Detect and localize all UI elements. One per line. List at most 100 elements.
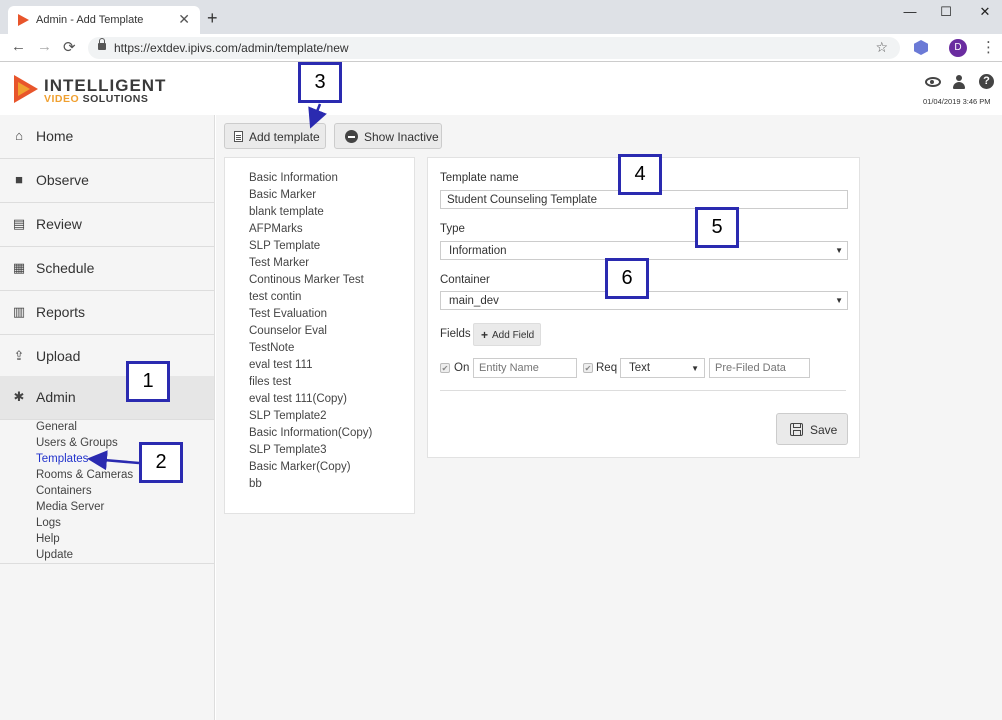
sidebar-item-label: Upload	[36, 348, 81, 364]
save-button[interactable]: Save	[776, 413, 848, 445]
type-label: Type	[440, 223, 465, 235]
browser-tab[interactable]: Admin - Add Template ✕	[8, 6, 200, 34]
home-icon: ⌂	[15, 128, 23, 143]
sidebar: ⌂ Home ■ Observe ▤ Review ▦ Schedule ▥ R…	[0, 115, 215, 720]
list-item[interactable]: Counselor Eval	[249, 325, 327, 337]
upload-icon: ⇪	[13, 348, 25, 363]
subnav-item-general[interactable]: General	[36, 421, 77, 433]
add-template-button[interactable]: Add template	[224, 123, 326, 149]
subnav-item-users-groups[interactable]: Users & Groups	[36, 437, 118, 449]
subnav-item-rooms-cameras[interactable]: Rooms & Cameras	[36, 469, 133, 481]
bookmark-star-icon[interactable]: ☆	[875, 39, 888, 56]
maximize-button[interactable]: ☐	[931, 4, 961, 20]
list-item[interactable]: eval test 111	[249, 359, 313, 371]
subnav-item-media-server[interactable]: Media Server	[36, 501, 104, 513]
field-type-value: Text	[629, 362, 651, 374]
close-window-button[interactable]: ✕	[970, 4, 1000, 20]
on-checkbox[interactable]: ✔	[440, 363, 450, 373]
list-item[interactable]: SLP Template2	[249, 410, 327, 422]
list-item[interactable]: SLP Template3	[249, 444, 327, 456]
sidebar-item-label: Observe	[36, 172, 89, 188]
minimize-button[interactable]: —	[895, 4, 925, 19]
minus-circle-icon	[345, 130, 358, 143]
list-item[interactable]: test contin	[249, 291, 301, 303]
list-item[interactable]: SLP Template	[249, 240, 320, 252]
forward-button[interactable]: →	[37, 38, 52, 55]
subnav-item-templates[interactable]: Templates	[36, 453, 88, 465]
url-text: https://extdev.ipivs.com/admin/template/…	[114, 41, 349, 55]
list-item[interactable]: Basic Marker	[249, 189, 316, 201]
plus-icon: +	[481, 328, 489, 342]
tab-title: Admin - Add Template	[36, 14, 144, 26]
sidebar-item-review[interactable]: ▤ Review	[0, 203, 214, 247]
tab-close-icon[interactable]: ✕	[178, 11, 190, 28]
chevron-down-icon: ▼	[835, 296, 843, 305]
callout-5: 5	[695, 207, 739, 248]
browser-menu-icon[interactable]: ⋮	[981, 38, 996, 56]
user-icon[interactable]	[953, 75, 965, 89]
req-label: Req	[596, 362, 618, 374]
subnav-item-update[interactable]: Update	[36, 549, 73, 561]
list-item[interactable]: bb	[249, 478, 262, 490]
req-checkbox[interactable]: ✔	[583, 363, 593, 373]
subnav-item-containers[interactable]: Containers	[36, 485, 92, 497]
list-item[interactable]: Continous Marker Test	[249, 274, 364, 286]
subnav-item-help[interactable]: Help	[36, 533, 60, 545]
list-item[interactable]: eval test 111(Copy)	[249, 393, 347, 405]
type-select-value: Information	[449, 245, 507, 257]
callout-1: 1	[126, 361, 170, 402]
address-bar[interactable]: https://extdev.ipivs.com/admin/template/…	[88, 37, 900, 59]
list-item[interactable]: Test Marker	[249, 257, 309, 269]
callout-3: 3	[298, 62, 342, 103]
header-timestamp: 01/04/2019 3:46 PM	[923, 97, 991, 106]
list-item[interactable]: Test Evaluation	[249, 308, 327, 320]
template-form: Template name Type Information ▼ Contain…	[427, 157, 860, 458]
list-item[interactable]: files test	[249, 376, 291, 388]
list-item[interactable]: Basic Information	[249, 172, 338, 184]
sidebar-item-label: Home	[36, 128, 74, 144]
entity-name-input[interactable]	[473, 358, 577, 378]
prefilled-data-input[interactable]	[709, 358, 810, 378]
browser-titlebar: Admin - Add Template ✕ + — ☐ ✕	[0, 0, 1002, 34]
list-item[interactable]: AFPMarks	[249, 223, 303, 235]
film-icon: ▤	[12, 216, 26, 231]
eye-icon[interactable]	[925, 77, 941, 87]
gear-icon: ✱	[13, 389, 25, 404]
chevron-down-icon: ▼	[835, 246, 843, 255]
save-label: Save	[810, 423, 838, 437]
callout-6: 6	[605, 258, 649, 299]
template-name-label: Template name	[440, 172, 519, 184]
sidebar-item-upload[interactable]: ⇪ Upload	[0, 335, 214, 379]
field-type-select[interactable]: Text ▼	[620, 358, 705, 378]
container-label: Container	[440, 274, 490, 286]
add-template-label: Add template	[249, 130, 320, 144]
chevron-down-icon: ▼	[691, 364, 699, 373]
show-inactive-button[interactable]: Show Inactive	[334, 123, 442, 149]
on-label: On	[454, 362, 470, 374]
new-tab-button[interactable]: +	[207, 8, 218, 29]
logo-text-line2: VIDEO SOLUTIONS	[44, 93, 149, 105]
lock-icon	[98, 38, 106, 50]
sidebar-item-label: Admin	[36, 389, 76, 405]
calendar-icon: ▦	[12, 260, 26, 275]
subnav-item-logs[interactable]: Logs	[36, 517, 61, 529]
document-icon	[234, 131, 243, 142]
video-camera-icon: ■	[15, 172, 23, 187]
sidebar-item-reports[interactable]: ▥ Reports	[0, 291, 214, 335]
sidebar-item-admin[interactable]: ✱ Admin	[0, 376, 214, 420]
list-item[interactable]: TestNote	[249, 342, 294, 354]
container-select-value: main_dev	[449, 295, 499, 307]
sidebar-item-home[interactable]: ⌂ Home	[0, 115, 214, 159]
reload-button[interactable]: ⟳	[63, 38, 76, 56]
bar-chart-icon: ▥	[12, 304, 26, 319]
add-field-button[interactable]: + Add Field	[473, 323, 541, 346]
sidebar-item-observe[interactable]: ■ Observe	[0, 159, 214, 203]
list-item[interactable]: Basic Information(Copy)	[249, 427, 372, 439]
help-icon[interactable]: ?	[979, 74, 994, 89]
profile-avatar[interactable]: D	[949, 39, 967, 57]
back-button[interactable]: ←	[11, 38, 26, 55]
list-item[interactable]: blank template	[249, 206, 324, 218]
list-item[interactable]: Basic Marker(Copy)	[249, 461, 351, 473]
sidebar-item-schedule[interactable]: ▦ Schedule	[0, 247, 214, 291]
sidebar-item-label: Review	[36, 216, 82, 232]
